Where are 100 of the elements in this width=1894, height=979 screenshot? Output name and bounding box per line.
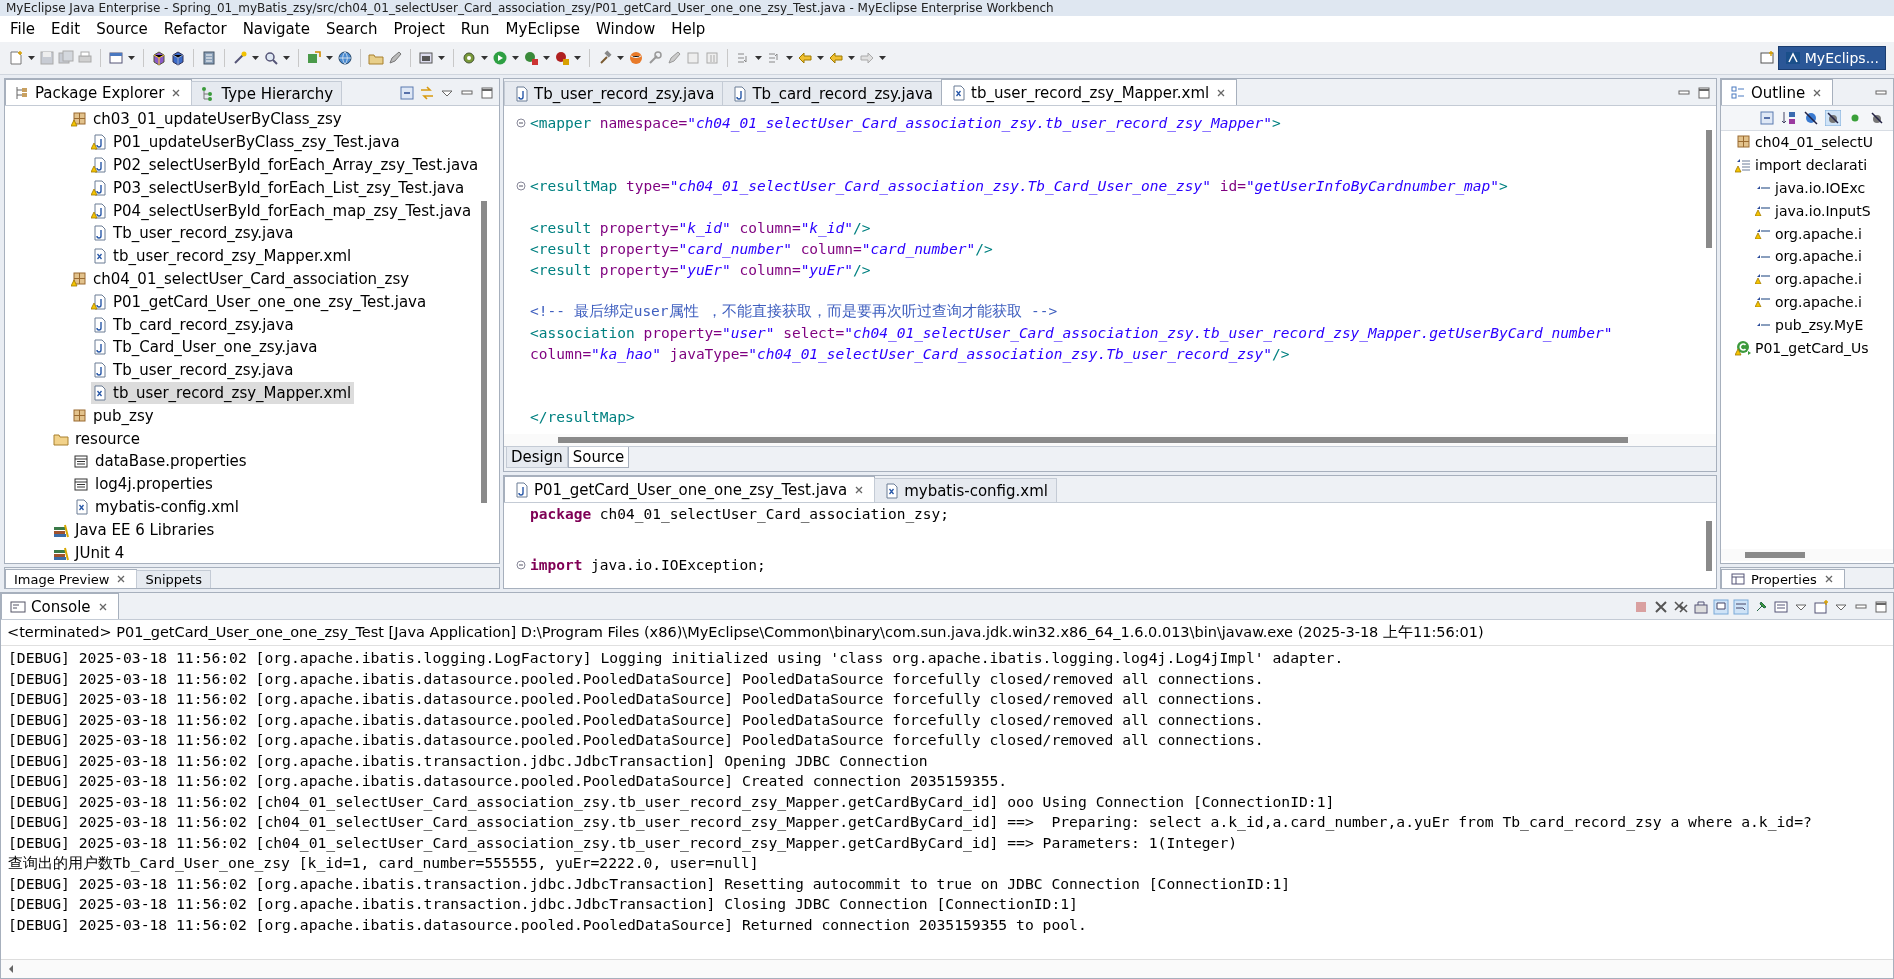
caret-icon[interactable] bbox=[847, 53, 856, 63]
perspective-button[interactable]: MyEclips... bbox=[1777, 46, 1886, 70]
menu-item[interactable]: MyEclipse bbox=[497, 18, 588, 40]
tab[interactable]: Properties bbox=[1721, 569, 1845, 588]
lock-icon[interactable] bbox=[1693, 599, 1709, 615]
caret-icon[interactable] bbox=[480, 53, 489, 63]
tree-item[interactable]: Tb_user_record_zsy.java bbox=[91, 222, 297, 245]
caret-icon[interactable] bbox=[511, 53, 520, 63]
hide-local-icon[interactable] bbox=[1869, 110, 1885, 126]
menu-item[interactable]: Project bbox=[385, 18, 453, 40]
maximize-icon[interactable] bbox=[1873, 599, 1889, 615]
tab[interactable]: Console bbox=[1, 593, 119, 619]
tab[interactable]: Snippets bbox=[136, 570, 211, 588]
sort-icon[interactable] bbox=[1781, 110, 1797, 126]
caret-icon[interactable] bbox=[573, 53, 582, 63]
globe-icon[interactable] bbox=[337, 50, 353, 66]
caret-icon[interactable] bbox=[27, 53, 36, 63]
tree-item[interactable]: org.apache.i bbox=[1755, 245, 1865, 268]
caret-icon[interactable] bbox=[878, 53, 887, 63]
menu-item[interactable]: Edit bbox=[43, 18, 89, 40]
tree-item[interactable]: org.apache.i bbox=[1755, 267, 1865, 291]
tab[interactable]: tb_user_record_zsy_Mapper.xml bbox=[941, 79, 1238, 105]
magnifier-icon[interactable] bbox=[263, 50, 279, 66]
menu-item[interactable]: Search bbox=[317, 18, 386, 40]
cube-icon[interactable] bbox=[151, 50, 167, 66]
tree-item[interactable]: P01_getCard_Us bbox=[1735, 336, 1872, 359]
tab[interactable]: Package Explorer bbox=[5, 79, 193, 105]
tree-item[interactable]: ch03_01_updateUserByClass_zsy bbox=[71, 108, 345, 131]
tab[interactable]: Tb_card_record_zsy.java bbox=[722, 81, 943, 105]
caret-icon[interactable] bbox=[785, 53, 794, 63]
hide-static-icon[interactable] bbox=[1825, 110, 1841, 126]
caret-icon[interactable] bbox=[251, 53, 260, 63]
tree-item[interactable]: Tb_user_record_zsy.java bbox=[91, 358, 297, 382]
caret-icon[interactable] bbox=[282, 53, 291, 63]
scrollbar[interactable] bbox=[481, 201, 487, 503]
scrollbar[interactable] bbox=[1, 959, 1893, 978]
gear-icon[interactable] bbox=[461, 50, 477, 66]
tree-item[interactable]: tb_user_record_zsy_Mapper.xml bbox=[91, 244, 355, 268]
cube-icon[interactable] bbox=[170, 50, 186, 66]
tree-item[interactable]: mybatis-config.xml bbox=[73, 495, 242, 519]
collapse-icon[interactable] bbox=[1759, 110, 1775, 126]
scrollbar[interactable] bbox=[1706, 130, 1712, 248]
last-edit-icon[interactable] bbox=[797, 50, 813, 66]
menu-item[interactable]: Run bbox=[452, 18, 498, 40]
tree-item[interactable]: import declarati bbox=[1735, 153, 1871, 177]
caret-icon[interactable] bbox=[816, 53, 825, 63]
window-icon[interactable] bbox=[418, 50, 434, 66]
caret-icon[interactable] bbox=[437, 53, 446, 63]
tree-item[interactable]: pub_zsy.MyE bbox=[1755, 313, 1867, 337]
tree-item[interactable]: log4j.properties bbox=[73, 472, 216, 496]
remove-all-icon[interactable] bbox=[1673, 599, 1689, 615]
tree-item[interactable]: Java EE 6 Libraries bbox=[53, 518, 218, 542]
tab[interactable]: Source bbox=[567, 447, 630, 468]
tree-item[interactable]: P03_selectUserById_forEach_List_zsy_Test.java bbox=[91, 176, 468, 200]
menu-item[interactable]: Help bbox=[663, 18, 714, 40]
tree-item[interactable]: Tb_Card_User_one_zsy.java bbox=[91, 335, 321, 359]
tree-item[interactable]: java.io.IOExc bbox=[1755, 176, 1869, 200]
scrollbar[interactable] bbox=[1706, 521, 1712, 571]
tree-item[interactable]: pub_zsy bbox=[71, 404, 157, 428]
wand-icon[interactable] bbox=[232, 50, 248, 66]
ball-icon[interactable] bbox=[628, 50, 644, 66]
server-icon[interactable] bbox=[201, 50, 217, 66]
stop-toolbox-icon[interactable] bbox=[554, 50, 570, 66]
run-server-icon[interactable] bbox=[523, 50, 539, 66]
tab[interactable]: P01_getCard_User_one_one_zsy_Test.java bbox=[504, 476, 876, 502]
fold-icon[interactable] bbox=[516, 180, 526, 191]
tree-item[interactable]: P01_updateUserByClass_zsy_Test.java bbox=[91, 130, 403, 154]
scrollbar[interactable] bbox=[504, 434, 1716, 446]
pencil-icon[interactable] bbox=[387, 50, 403, 66]
tree-item[interactable]: P04_selectUserById_forEach_map_zsy_Test.java bbox=[91, 199, 475, 222]
tree-item[interactable]: ch04_01_selectUser_Card_association_zsy bbox=[71, 267, 413, 291]
tree-item[interactable]: org.apache.i bbox=[1755, 290, 1865, 314]
tree-item[interactable]: P02_selectUserById_forEach_Array_zsy_Test.java bbox=[91, 153, 482, 177]
tree-item[interactable]: P01_getCard_User_one_one_zsy_Test.java bbox=[91, 290, 430, 314]
tree-item[interactable]: Tb_card_record_zsy.java bbox=[91, 313, 297, 336]
caret-icon[interactable] bbox=[325, 53, 334, 63]
tree-item[interactable]: JUnit 4 bbox=[53, 541, 128, 563]
tree-item[interactable]: java.io.InputS bbox=[1755, 199, 1874, 223]
remove-launch-icon[interactable] bbox=[1653, 599, 1669, 615]
back-arrow-icon[interactable] bbox=[828, 50, 844, 66]
collapse-icon[interactable] bbox=[399, 85, 415, 101]
pin-icon[interactable] bbox=[1713, 599, 1729, 615]
fold-icon[interactable] bbox=[516, 559, 526, 570]
tree-item[interactable]: ch04_01_selectU bbox=[1735, 131, 1877, 154]
caret-icon[interactable] bbox=[616, 53, 625, 63]
tab[interactable]: Type Hierarchy bbox=[191, 81, 343, 105]
menu-item[interactable]: Window bbox=[588, 18, 664, 40]
new-window-icon[interactable] bbox=[108, 50, 124, 66]
tree-item[interactable]: org.apache.i bbox=[1755, 222, 1865, 245]
hide-fields-icon[interactable] bbox=[1803, 110, 1819, 126]
tab[interactable]: Tb_user_record_zsy.java bbox=[504, 81, 724, 105]
tree-item[interactable]: resource bbox=[53, 427, 143, 450]
menu-item[interactable]: Source bbox=[88, 18, 156, 40]
fold-icon[interactable] bbox=[516, 117, 526, 128]
tree-item[interactable]: tb_user_record_zsy_Mapper.xml bbox=[91, 381, 355, 405]
maximize-icon[interactable] bbox=[1696, 85, 1712, 101]
maximize-icon[interactable] bbox=[479, 85, 495, 101]
caret-icon[interactable] bbox=[754, 53, 763, 63]
menu-item[interactable]: Refactor bbox=[155, 18, 235, 40]
menu-item[interactable]: File bbox=[2, 18, 44, 40]
